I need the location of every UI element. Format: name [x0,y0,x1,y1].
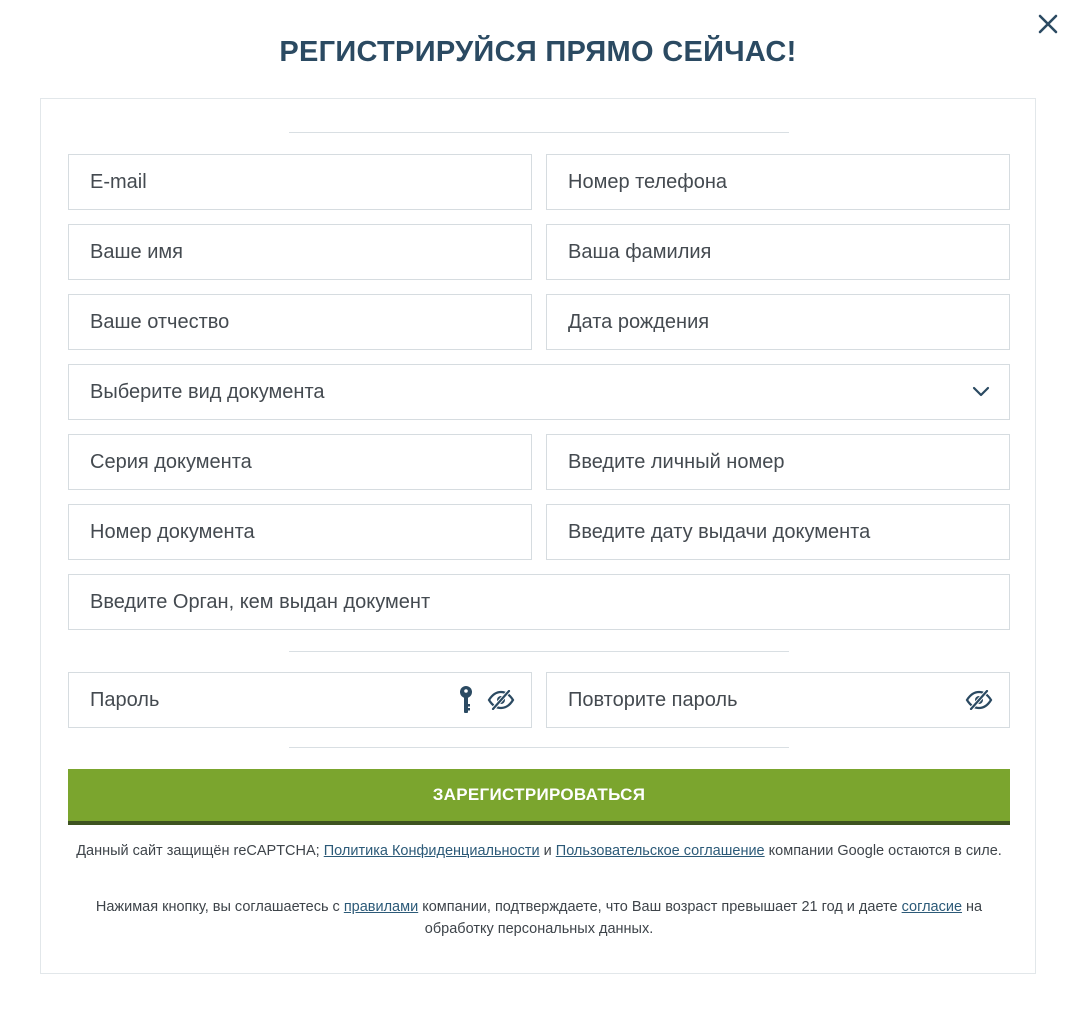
divider [289,132,789,133]
personal-number-field[interactable]: Введите личный номер [546,434,1010,490]
divider [289,651,789,652]
email-field[interactable]: E-mail [68,154,532,210]
document-series-field[interactable]: Серия документа [68,434,532,490]
recaptcha-note: Данный сайт защищён reCAPTCHA; Политика … [68,840,1010,862]
chevron-down-icon [972,381,990,404]
registration-form: E-mail Номер телефона Ваше имя Ваша фами… [40,98,1036,974]
modal-title: РЕГИСТРИРУЙСЯ ПРЯМО СЕЙЧАС! [279,36,797,68]
eye-slash-icon[interactable] [965,690,993,710]
phone-placeholder: Номер телефона [568,170,728,193]
divider [289,747,789,748]
recaptcha-note-prefix: Данный сайт защищён reCAPTCHA; [76,843,324,859]
register-button[interactable]: ЗАРЕГИСТРИРОВАТЬСЯ [68,769,1010,825]
last-name-field[interactable]: Ваша фамилия [546,224,1010,280]
patronymic-field[interactable]: Ваше отчество [68,294,532,350]
password-repeat-field[interactable]: Повторите пароль [546,672,1010,728]
privacy-policy-link[interactable]: Политика Конфиденциальности [324,843,540,859]
password-placeholder: Пароль [90,688,160,711]
document-number-placeholder: Номер документа [90,520,255,543]
key-icon[interactable] [459,685,473,715]
document-number-field[interactable]: Номер документа [68,504,532,560]
last-name-placeholder: Ваша фамилия [568,240,712,263]
email-placeholder: E-mail [90,170,147,193]
close-icon [1038,14,1058,39]
rules-link[interactable]: правилами [344,899,418,915]
recaptcha-note-and: и [539,843,556,859]
consent-note-prefix: Нажимая кнопку, вы соглашаетесь с [95,899,344,915]
consent-note-middle: компании, подтверждаете, что Ваш возраст… [418,899,902,915]
registration-modal: РЕГИСТРИРУЙСЯ ПРЯМО СЕЙЧАС! E-mail Номер… [0,0,1076,1012]
terms-of-service-link[interactable]: Пользовательское соглашение [556,843,765,859]
issue-date-field[interactable]: Введите дату выдачи документа [546,504,1010,560]
password-field[interactable]: Пароль [68,672,532,728]
first-name-field[interactable]: Ваше имя [68,224,532,280]
patronymic-placeholder: Ваше отчество [90,310,230,333]
first-name-placeholder: Ваше имя [90,240,183,263]
issue-date-placeholder: Введите дату выдачи документа [568,520,871,543]
recaptcha-note-suffix: компании Google остаются в силе. [764,843,1002,859]
birth-date-placeholder: Дата рождения [568,310,710,333]
issuing-authority-field[interactable]: Введите Орган, кем выдан документ [68,574,1010,630]
document-type-select[interactable]: Выберите вид документа [68,364,1010,420]
birth-date-field[interactable]: Дата рождения [546,294,1010,350]
document-series-placeholder: Серия документа [90,450,252,473]
personal-number-placeholder: Введите личный номер [568,450,785,473]
issuing-authority-placeholder: Введите Орган, кем выдан документ [90,590,431,613]
consent-link[interactable]: согласие [902,899,962,915]
consent-note: Нажимая кнопку, вы соглашаетесь с правил… [68,896,1010,940]
eye-slash-icon[interactable] [487,690,515,710]
phone-field[interactable]: Номер телефона [546,154,1010,210]
document-type-placeholder: Выберите вид документа [90,380,325,403]
password-repeat-placeholder: Повторите пароль [568,688,738,711]
